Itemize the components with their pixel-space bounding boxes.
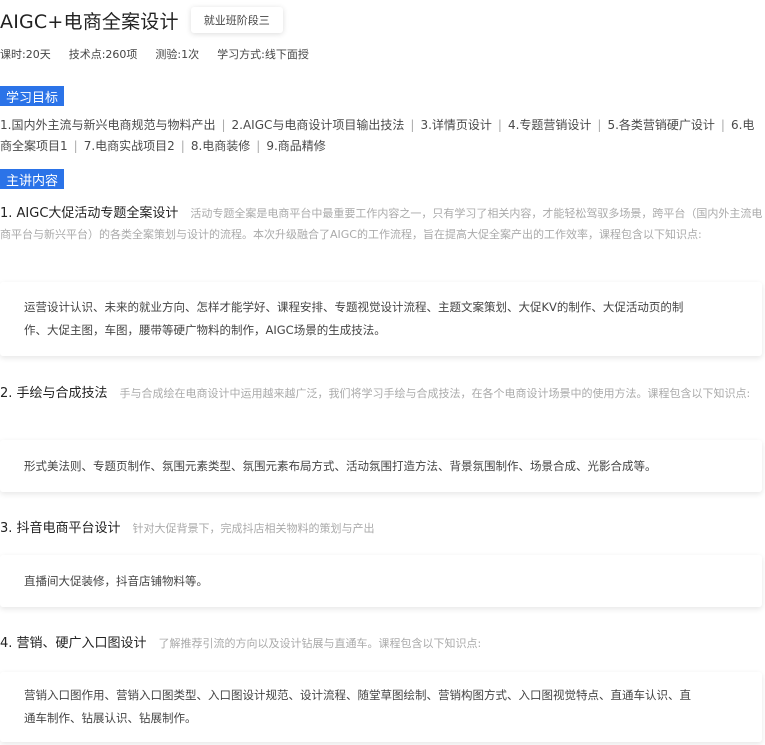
- topic-points-card: 营销入口图作用、营销入口图类型、入口图设计规范、设计流程、随堂草图绘制、营销构图…: [0, 672, 762, 742]
- course-header: AIGC+电商全案设计 就业班阶段三: [0, 6, 283, 34]
- goals-tag: 学习目标: [0, 86, 65, 106]
- goals-list: 1.国内外主流与新兴电商规范与物料产出 | 2.AIGC与电商设计项目输出技法 | 3.…: [0, 118, 755, 153]
- meta-hours: 课时:20天: [0, 48, 51, 61]
- goal-item: 8.电商装修: [190, 139, 251, 153]
- topic-description: 针对大促背景下，完成抖店相关物料的策划与产出: [132, 522, 375, 535]
- topic-points-card: 直播间大促装修，抖音店铺物料等。: [0, 555, 762, 607]
- course-title: AIGC+电商全案设计: [0, 10, 179, 33]
- goal-item: 9.商品精修: [266, 139, 326, 153]
- goal-item: 2.AIGC与电商设计项目输出技法: [231, 118, 405, 132]
- topic-points: 形式美法则、专题页制作、氛围元素类型、氛围元素布局方式、活动氛围打造方法、背景氛…: [24, 458, 657, 473]
- topic-points: 运营设计认识、未来的就业方向、怎样才能学好、课程安排、专题视觉设计流程、主题文案…: [24, 300, 684, 337]
- topic-description: 手与合成绘在电商设计中运用越来越广泛，我们将学习手绘与合成技法，在各个电商设计场…: [119, 387, 751, 400]
- goal-item: 4.专题营销设计: [507, 118, 592, 132]
- topic-title: 1. AIGC大促活动专题全案设计: [0, 206, 179, 221]
- meta-learning-mode: 学习方式:线下面授: [217, 48, 309, 61]
- topic-title: 3. 抖音电商平台设计: [0, 521, 121, 536]
- goal-item: 3.详情页设计: [420, 118, 492, 132]
- topic-3: 3. 抖音电商平台设计 针对大促背景下，完成抖店相关物料的策划与产出: [0, 518, 765, 539]
- topic-points: 直播间大促装修，抖音店铺物料等。: [24, 573, 208, 588]
- topic-title: 4. 营销、硬广入口图设计: [0, 636, 147, 651]
- content-tag: 主讲内容: [0, 169, 65, 189]
- course-meta: 课时:20天 技术点:260项 测验:1次 学习方式:线下面授: [0, 46, 327, 62]
- stage-badge: 就业班阶段三: [190, 7, 283, 33]
- topic-4: 4. 营销、硬广入口图设计 了解推荐引流的方向以及设计钻展与直通车。课程包含以下知…: [0, 633, 765, 654]
- topic-points-card: 运营设计认识、未来的就业方向、怎样才能学好、课程安排、专题视觉设计流程、主题文案…: [0, 282, 762, 356]
- topic-description: 了解推荐引流的方向以及设计钻展与直通车。课程包含以下知识点:: [158, 637, 482, 650]
- topic-2: 2. 手绘与合成技法 手与合成绘在电商设计中运用越来越广泛，我们将学习手绘与合成技…: [0, 383, 765, 404]
- meta-tech-points: 技术点:260项: [68, 48, 138, 61]
- topic-title: 2. 手绘与合成技法: [0, 386, 108, 401]
- topic-points-card: 形式美法则、专题页制作、氛围元素类型、氛围元素布局方式、活动氛围打造方法、背景氛…: [0, 440, 762, 492]
- meta-tests: 测验:1次: [155, 48, 200, 61]
- topic-points: 营销入口图作用、营销入口图类型、入口图设计规范、设计流程、随堂草图绘制、营销构图…: [24, 688, 691, 725]
- topic-1: 1. AIGC大促活动专题全案设计 活动专题全案是电商平台中最重要工作内容之一，只…: [0, 203, 765, 245]
- goal-item: 1.国内外主流与新兴电商规范与物料产出: [0, 118, 216, 132]
- goal-item: 5.各类营销硬广设计: [607, 118, 715, 132]
- goal-item: 7.电商实战项目2: [83, 139, 175, 153]
